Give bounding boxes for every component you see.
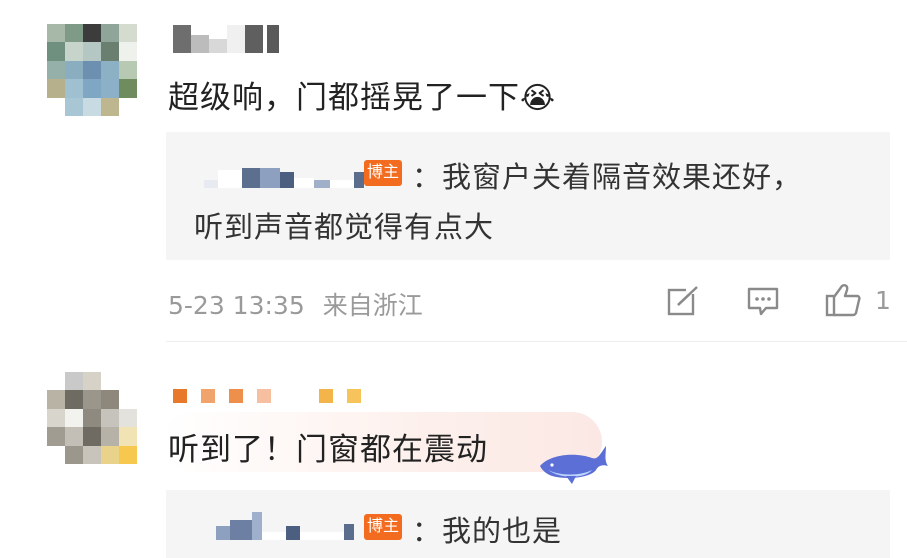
reply-box[interactable]: 博主 ：我窗户关着隔音效果还好， 听到声音都觉得有点大 [166, 132, 890, 260]
comment-text: 超级响，门都摇晃了一下😭 [168, 80, 557, 116]
share-icon[interactable] [666, 284, 700, 318]
avatar[interactable] [47, 372, 137, 464]
reply-text: ：我窗户关着隔音效果还好， [412, 160, 803, 194]
reply-box[interactable]: 博主 ：我的也是 [166, 490, 890, 558]
whale-icon [540, 446, 608, 484]
crying-emoji-icon: 😭 [520, 81, 557, 116]
reply-username[interactable] [216, 512, 354, 540]
comment-location: 来自浙江 [322, 291, 423, 320]
reply-text: ：我的也是 [412, 514, 563, 548]
comment-text: 听到了！门窗都在震动 [168, 432, 488, 468]
reply-username[interactable] [204, 160, 364, 188]
reply-text-line2: 听到声音都觉得有点大 [194, 210, 495, 244]
like-icon[interactable] [824, 282, 862, 318]
avatar[interactable] [47, 24, 137, 116]
like-count: 1 [875, 286, 891, 315]
author-badge: 博主 [364, 160, 403, 186]
author-badge: 博主 [364, 514, 403, 540]
username[interactable] [173, 25, 279, 53]
comment-time: 5-23 13:35 [168, 291, 305, 320]
username[interactable] [173, 388, 361, 404]
comment-divider [166, 341, 907, 342]
comment-meta: 5-23 13:35 来自浙江 [168, 286, 423, 322]
comment-icon[interactable] [746, 286, 780, 318]
